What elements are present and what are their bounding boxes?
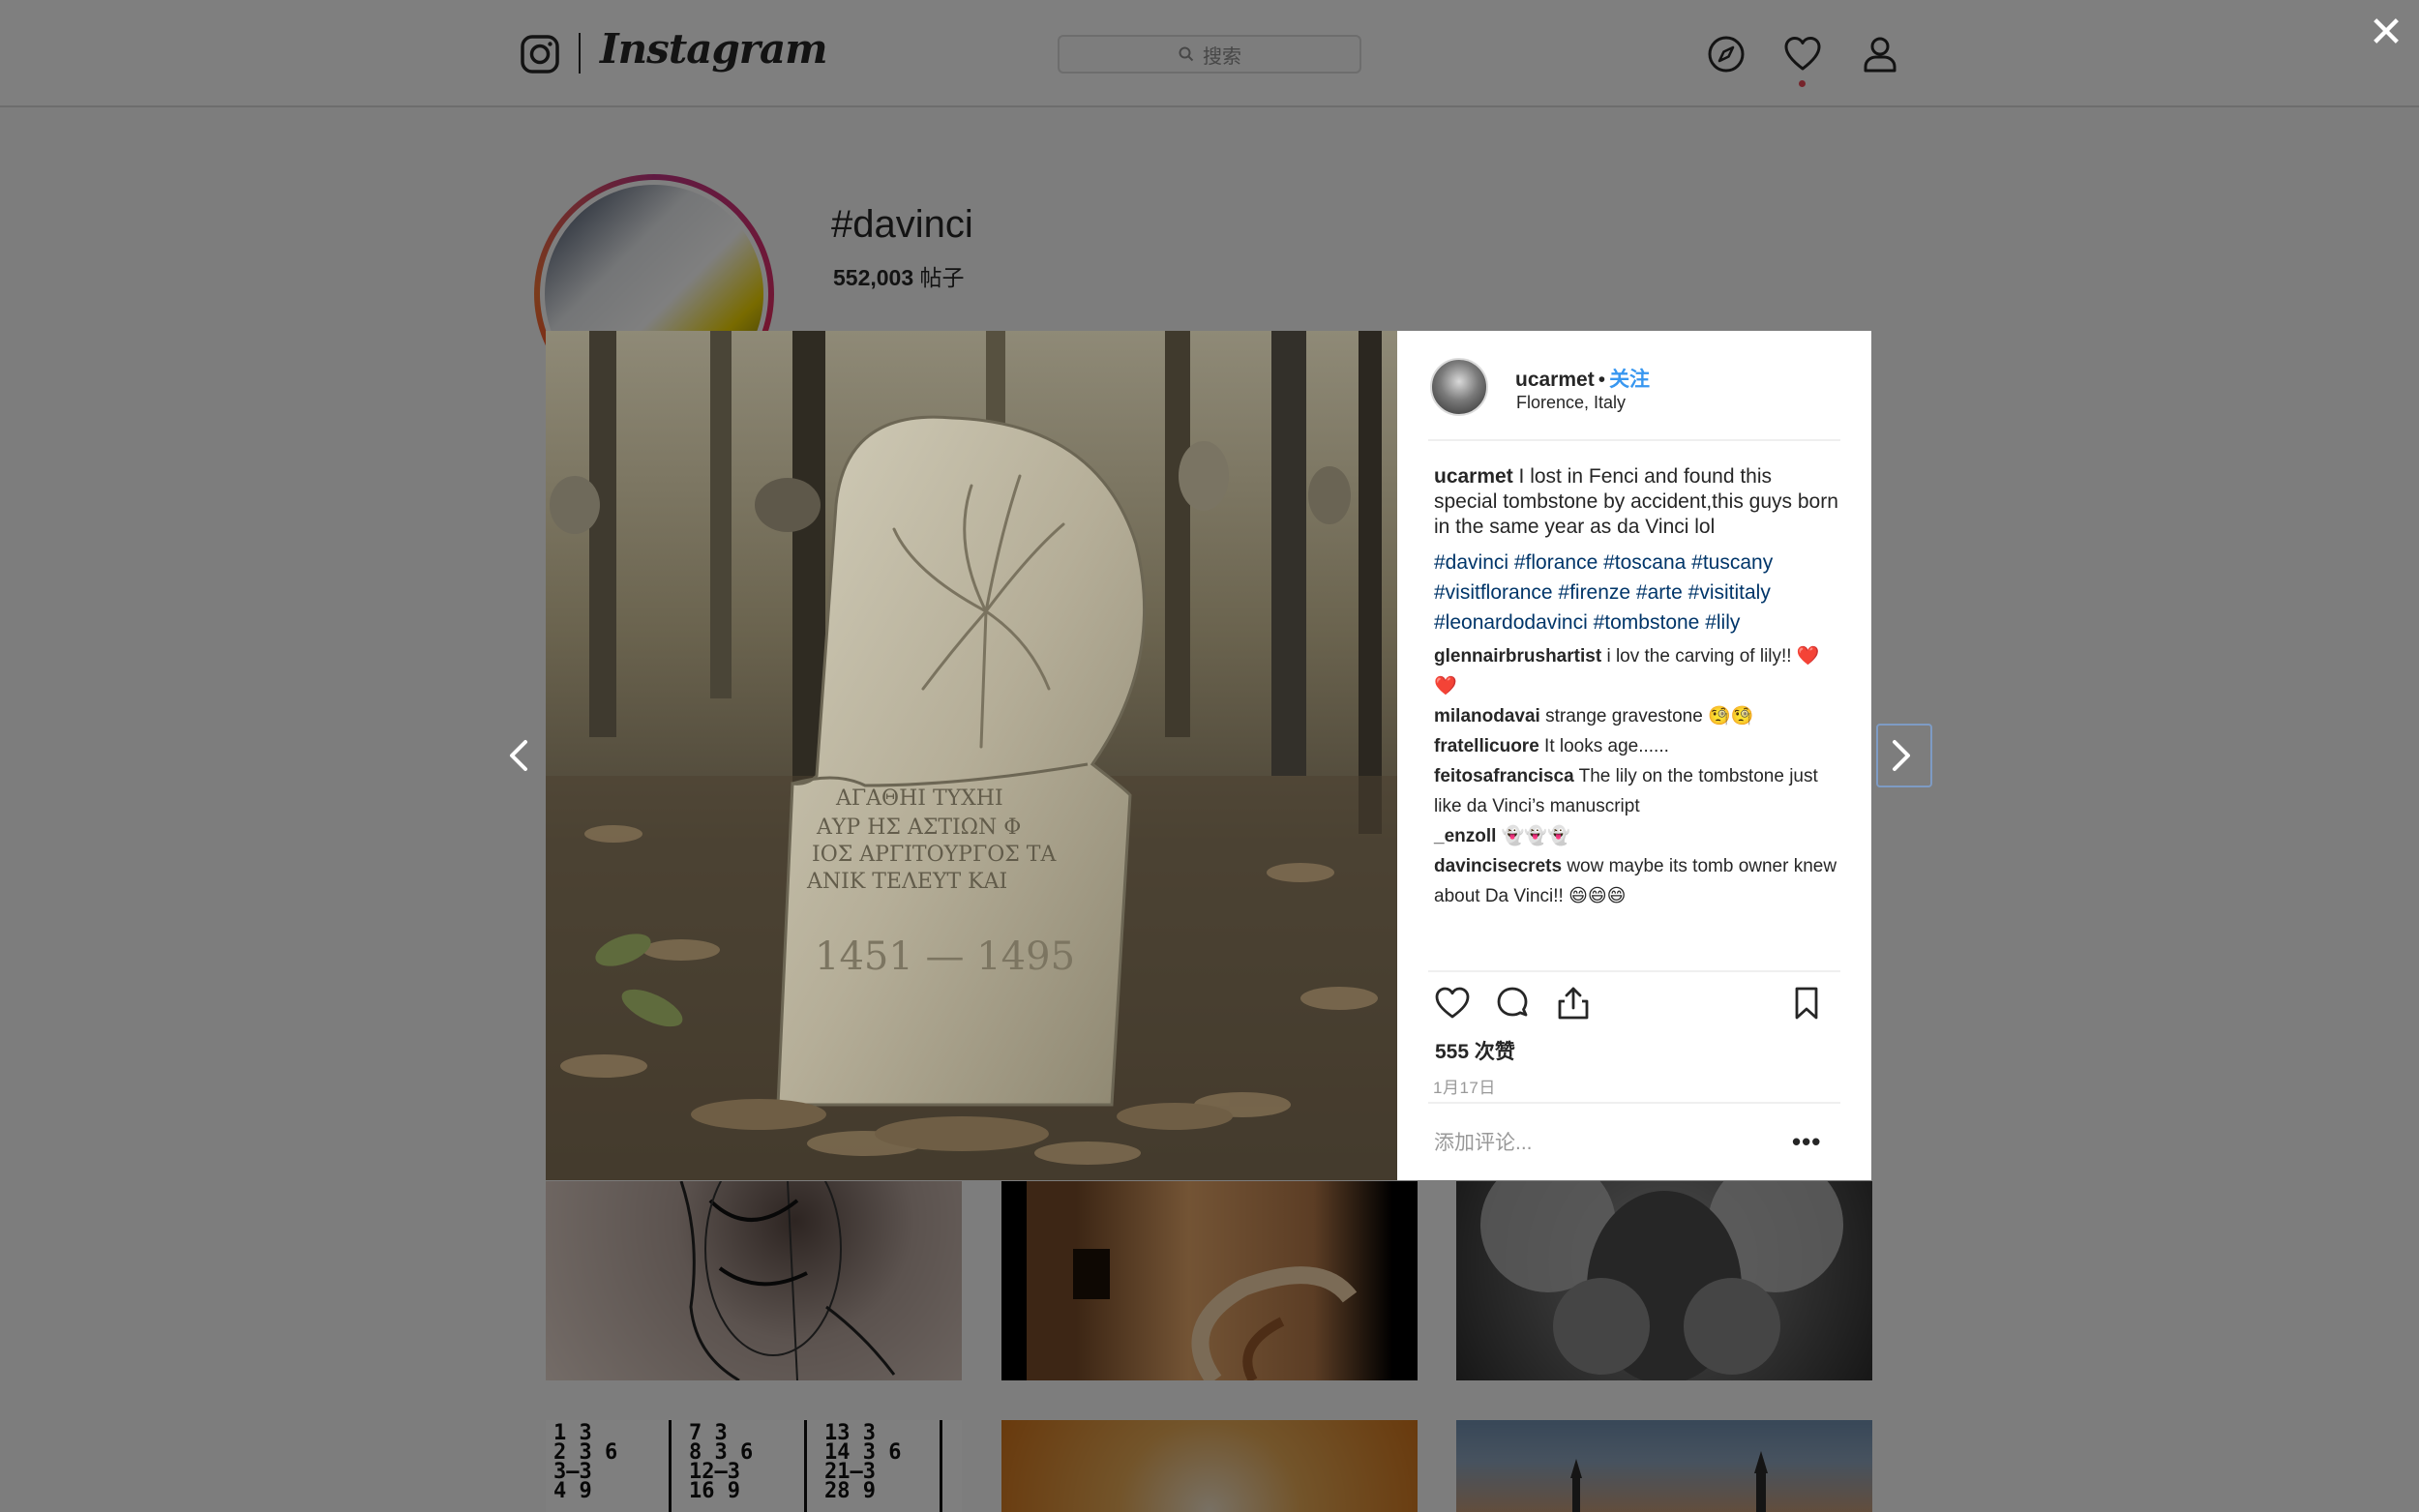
next-post-arrow-icon[interactable] bbox=[1876, 731, 1925, 780]
author-username[interactable]: ucarmet bbox=[1515, 369, 1595, 391]
more-options-button[interactable]: ••• bbox=[1792, 1128, 1821, 1155]
comment-username[interactable]: fratellicuore bbox=[1434, 736, 1539, 756]
tombstone-photo: ΑΓΑΘΗΙ ΤΥΧΗΙ ΑΥΡ ΗΣ ΑΣΤΙΩΝ Φ ΙΟΣ ΑΡΓΙΤΟΥ… bbox=[546, 331, 1397, 1180]
comment-item: feitosafrancisca The lily on the tombsto… bbox=[1434, 761, 1840, 821]
inscription-line: ΑΥΡ ΗΣ ΑΣΤΙΩΝ Φ bbox=[816, 815, 1021, 840]
comment-username[interactable]: feitosafrancisca bbox=[1434, 766, 1574, 786]
separator-dot: • bbox=[1598, 369, 1606, 391]
comment-text: strange gravestone 🧐🧐 bbox=[1545, 706, 1754, 726]
inscription-line: ΙΟΣ ΑΡΓΙΤΟΥΡΓΟΣ ΤΑ bbox=[812, 843, 1057, 867]
post-date[interactable]: 1月17日 bbox=[1433, 1074, 1496, 1098]
comment-list: glennairbrushartist i lov the carving of… bbox=[1434, 641, 1840, 911]
comment-item: fratellicuore It looks age...... bbox=[1434, 731, 1840, 761]
add-comment-input[interactable] bbox=[1434, 1126, 1782, 1161]
share-icon[interactable] bbox=[1555, 985, 1592, 1022]
actions-divider bbox=[1428, 970, 1840, 972]
close-button[interactable]: ✕ bbox=[2367, 12, 2405, 54]
follow-button[interactable]: 关注 bbox=[1609, 369, 1650, 391]
inscription-line: ΑΓΑΘΗΙ ΤΥΧΗΙ bbox=[835, 786, 1003, 811]
comment-text: 👻👻👻 bbox=[1501, 826, 1570, 846]
likes-count[interactable]: 555 次赞 bbox=[1435, 1036, 1515, 1065]
post-photo[interactable]: ΑΓΑΘΗΙ ΤΥΧΗΙ ΑΥΡ ΗΣ ΑΣΤΙΩΝ Φ ΙΟΣ ΑΡΓΙΤΟΥ… bbox=[546, 331, 1397, 1180]
inscription-line: ΑΝΙΚ ΤΕΛΕΥΤ ΚΑΙ bbox=[806, 870, 1007, 894]
comment-username[interactable]: glennairbrushartist bbox=[1434, 646, 1601, 667]
post-caption: ucarmet I lost in Fenci and found this s… bbox=[1434, 464, 1840, 540]
author-avatar[interactable] bbox=[1430, 358, 1488, 416]
post-header: ucarmet • 关注 Florence, Italy bbox=[1428, 331, 1840, 441]
previous-post-arrow-icon[interactable] bbox=[495, 731, 544, 780]
add-comment-divider bbox=[1428, 1102, 1840, 1104]
comment-text: It looks age...... bbox=[1544, 736, 1669, 756]
comment-item: _enzoll 👻👻👻 bbox=[1434, 821, 1840, 851]
comment-item: glennairbrushartist i lov the carving of… bbox=[1434, 641, 1840, 701]
caption-hashtags[interactable]: #davinci #florance #toscana #tuscany #vi… bbox=[1434, 548, 1840, 637]
bookmark-icon[interactable] bbox=[1788, 985, 1825, 1022]
comment-username[interactable]: milanodavai bbox=[1434, 706, 1540, 726]
caption-author[interactable]: ucarmet bbox=[1434, 465, 1513, 488]
likes-number: 555 bbox=[1435, 1041, 1470, 1063]
author-line: ucarmet • 关注 bbox=[1515, 364, 1650, 393]
like-heart-icon[interactable] bbox=[1434, 985, 1471, 1022]
comment-username[interactable]: _enzoll bbox=[1434, 826, 1496, 846]
comment-item: davincisecrets wow maybe its tomb owner … bbox=[1434, 851, 1840, 911]
comment-item: milanodavai strange gravestone 🧐🧐 bbox=[1434, 701, 1840, 731]
post-location[interactable]: Florence, Italy bbox=[1516, 393, 1626, 413]
comment-bubble-icon[interactable] bbox=[1494, 985, 1531, 1022]
post-side-panel: ucarmet • 关注 Florence, Italy ucarmet I los… bbox=[1397, 331, 1871, 1180]
comments-section[interactable]: ucarmet I lost in Fenci and found this s… bbox=[1434, 464, 1840, 906]
likes-unit: 次赞 bbox=[1474, 1041, 1515, 1063]
inscription-years: 1451 — 1495 bbox=[815, 934, 1075, 979]
post-modal: ΑΓΑΘΗΙ ΤΥΧΗΙ ΑΥΡ ΗΣ ΑΣΤΙΩΝ Φ ΙΟΣ ΑΡΓΙΤΟΥ… bbox=[546, 331, 1871, 1180]
comment-username[interactable]: davincisecrets bbox=[1434, 856, 1562, 876]
